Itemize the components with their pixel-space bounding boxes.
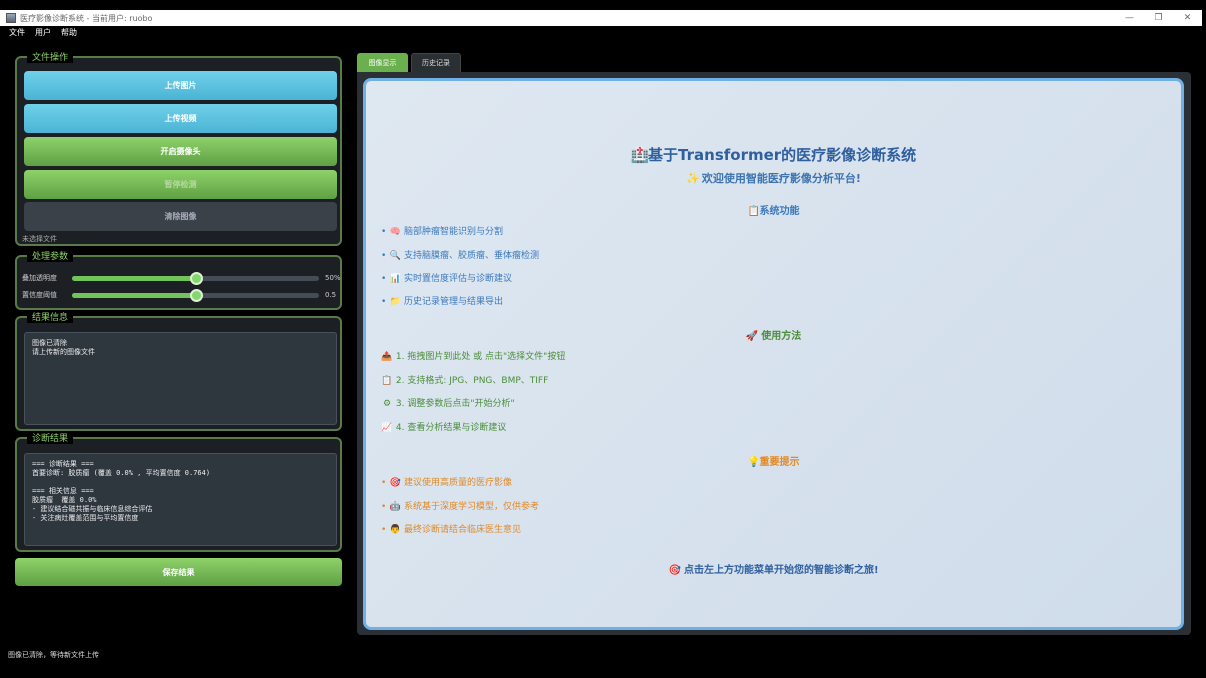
- brain-icon: 🧠: [389, 227, 401, 237]
- overlay-value: 50%: [325, 274, 341, 282]
- conf-slider-row: 置信度阈值 0.5: [22, 288, 342, 302]
- menu-help[interactable]: 帮助: [61, 27, 77, 40]
- overlay-slider-row: 叠加透明度 50%: [22, 271, 342, 285]
- clipboard-icon: 📋: [747, 206, 760, 217]
- conf-value: 0.5: [325, 291, 337, 299]
- conf-slider[interactable]: [72, 288, 319, 302]
- minimize-button[interactable]: —: [1115, 13, 1144, 23]
- upload-icon: 📤: [381, 352, 393, 362]
- target-icon: 🎯: [389, 478, 401, 488]
- tip-item: • 🎯 建议使用高质量的医疗影像: [381, 478, 513, 488]
- hospital-icon: 🏥: [630, 146, 650, 164]
- usage-item: 📤 1. 拖拽图片到此处 或 点击"选择文件"按钮: [381, 352, 566, 362]
- window-title: 医疗影像诊断系统 - 当前用户: ruobo: [20, 13, 153, 23]
- conf-slider-fill: [72, 292, 196, 298]
- open-camera-button[interactable]: 开启摄像头: [24, 137, 337, 166]
- menu-file[interactable]: 文件: [9, 27, 25, 40]
- menu-user[interactable]: 用户: [35, 27, 51, 40]
- overlay-slider-handle[interactable]: [189, 271, 203, 285]
- feature-item: • 📁 历史记录管理与结果导出: [381, 297, 504, 307]
- file-ops-group: 文件操作 上传图片 上传视频 开启摄像头 暂停检测 清除图像 未选择文件: [15, 50, 342, 246]
- save-result-button[interactable]: 保存结果: [15, 558, 342, 586]
- welcome-title: 🏥 基于Transformer的医疗影像诊断系统: [630, 146, 917, 164]
- maximize-button[interactable]: ❐: [1144, 13, 1173, 23]
- welcome-subtitle: ✨ 欢迎使用智能医疗影像分析平台!: [686, 172, 861, 185]
- upload-video-button[interactable]: 上传视频: [24, 104, 337, 133]
- welcome-footer: 🎯 点击左上方功能菜单开始您的智能诊断之旅!: [668, 565, 879, 576]
- tip-item: • 👨 最终诊断请结合临床医生意见: [381, 525, 522, 535]
- diagnosis-group: 诊断结果 === 诊断结果 === 首要诊断: 胶质瘤 (覆盖 0.0% , 平…: [15, 431, 342, 552]
- usage-item: 📋 2. 支持格式: JPG、PNG、BMP、TIFF: [381, 376, 549, 386]
- result-info-text[interactable]: 图像已清除 请上传新的图像文件: [24, 332, 337, 425]
- overlay-slider[interactable]: [72, 271, 319, 285]
- overlay-slider-fill: [72, 275, 196, 281]
- result-info-group: 结果信息 图像已清除 请上传新的图像文件: [15, 310, 342, 431]
- gear-icon: ⚙: [382, 399, 392, 409]
- rocket-icon: 🚀: [745, 331, 759, 342]
- features-title: 📋系统功能: [747, 206, 800, 217]
- welcome-panel[interactable]: 🏥 基于Transformer的医疗影像诊断系统 ✨ 欢迎使用智能医疗影像分析平…: [363, 78, 1184, 630]
- tips-title: 💡重要提示: [747, 457, 800, 468]
- status-bar: 图像已清除，等待新文件上传: [8, 651, 99, 659]
- upload-image-button[interactable]: 上传图片: [24, 71, 337, 100]
- diagnosis-title: 诊断结果: [27, 431, 74, 444]
- feature-item: • 🔍 支持脑膜瘤、胶质瘤、垂体瘤检测: [381, 251, 540, 261]
- file-ops-title: 文件操作: [27, 50, 74, 63]
- close-button[interactable]: ✕: [1173, 13, 1202, 23]
- clear-image-button[interactable]: 清除图像: [24, 202, 337, 231]
- lightbulb-icon: 💡: [747, 457, 760, 468]
- conf-slider-handle[interactable]: [189, 288, 203, 302]
- sparkle-icon: ✨: [686, 172, 700, 185]
- result-info-title: 结果信息: [27, 310, 74, 323]
- file-hint: 未选择文件: [22, 235, 57, 243]
- overlay-label: 叠加透明度: [22, 274, 57, 282]
- usage-item: 📈 4. 查看分析结果与诊断建议: [381, 423, 507, 433]
- params-title: 处理参数: [27, 249, 74, 262]
- tab-image-display[interactable]: 图像显示: [357, 53, 408, 72]
- magnifier-icon: 🔍: [389, 251, 401, 261]
- menu-bar: 文件 用户 帮助: [0, 27, 77, 40]
- tip-item: • 🤖 系统基于深度学习模型，仅供参考: [381, 502, 540, 512]
- trend-icon: 📈: [381, 423, 393, 433]
- conf-label: 置信度阈值: [22, 291, 57, 299]
- title-bar: 医疗影像诊断系统 - 当前用户: ruobo — ❐ ✕: [0, 10, 1202, 26]
- target-icon: 🎯: [668, 565, 681, 576]
- stop-detect-button[interactable]: 暂停检测: [24, 170, 337, 199]
- feature-item: • 🧠 脑部肿瘤智能识别与分割: [381, 227, 504, 237]
- doctor-icon: 👨: [389, 525, 401, 535]
- chart-icon: 📊: [389, 274, 401, 284]
- diagnosis-text[interactable]: === 诊断结果 === 首要诊断: 胶质瘤 (覆盖 0.0% , 平均置信度 …: [24, 453, 337, 546]
- app-icon: [6, 13, 16, 23]
- usage-item: ⚙ 3. 调整参数后点击"开始分析": [382, 399, 515, 409]
- image-display-pane: 🏥 基于Transformer的医疗影像诊断系统 ✨ 欢迎使用智能医疗影像分析平…: [357, 72, 1191, 635]
- folder-icon: 📁: [389, 297, 401, 307]
- robot-icon: 🤖: [389, 502, 401, 512]
- params-group: 处理参数 叠加透明度 50% 置信度阈值 0.5: [15, 249, 342, 310]
- tab-history[interactable]: 历史记录: [411, 53, 461, 72]
- feature-item: • 📊 实时置信度评估与诊断建议: [381, 274, 513, 284]
- clipboard-icon: 📋: [381, 376, 393, 386]
- usage-title: 🚀 使用方法: [745, 331, 802, 342]
